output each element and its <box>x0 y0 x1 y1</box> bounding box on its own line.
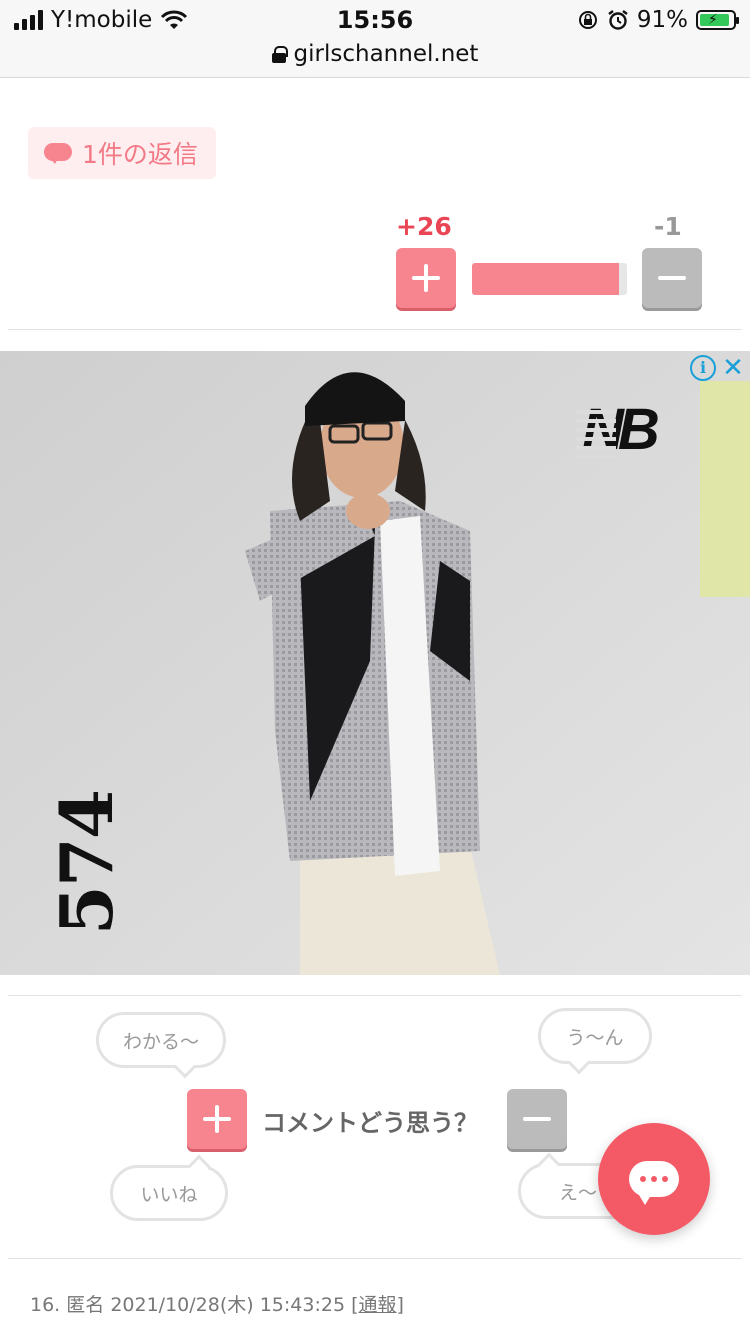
divider <box>8 995 742 996</box>
address-bar[interactable]: girlschannel.net <box>0 40 750 78</box>
shoe-model-number: 574 <box>44 791 129 936</box>
reaction-bubble-iine: いいね <box>110 1154 228 1221</box>
minus-vote-button[interactable] <box>642 248 702 308</box>
divider <box>8 329 742 330</box>
comment-chat-button[interactable] <box>598 1123 710 1235</box>
battery-icon: ⚡ <box>696 10 739 30</box>
plus-icon <box>203 1105 231 1133</box>
reaction-bubble-uun: う〜ん <box>538 1008 652 1075</box>
plus-vote-button[interactable] <box>396 248 456 308</box>
plus-icon <box>412 264 440 292</box>
ad-info-icon[interactable]: i <box>690 355 716 381</box>
reply-count-button[interactable]: 1件の返信 <box>28 127 216 179</box>
vote-ratio-bar <box>472 263 627 295</box>
status-bar: Y!mobile 15:56 91% ⚡ <box>0 0 750 40</box>
comment-number: 16. <box>30 1294 61 1316</box>
rate-plus-button[interactable] <box>187 1089 247 1149</box>
plus-vote-count: +26 <box>396 212 452 241</box>
chat-bubble-icon <box>629 1161 679 1205</box>
comment-header: 16. 匿名 2021/10/28(木) 15:43:25 [通報] <box>30 1294 404 1316</box>
report-link[interactable]: 通報 <box>359 1294 397 1316</box>
new-balance-logo: NB <box>576 396 660 463</box>
rate-minus-button[interactable] <box>507 1089 567 1149</box>
charging-bolt-icon: ⚡ <box>708 12 718 28</box>
url-text: girlschannel.net <box>293 41 479 67</box>
alarm-icon <box>608 10 628 30</box>
reaction-bubble-wakaru: わかる〜 <box>96 1012 226 1079</box>
minus-icon <box>523 1105 551 1133</box>
ad-close-icon[interactable]: ✕ <box>720 355 746 381</box>
comment-datetime: 2021/10/28(木) 15:43:25 <box>110 1294 346 1316</box>
rate-prompt: コメントどう思う？ <box>262 1109 478 1137</box>
minus-icon <box>658 264 686 292</box>
divider <box>8 1258 742 1259</box>
reply-count-label: 1件の返信 <box>82 140 198 169</box>
comment-author: 匿名 <box>66 1294 105 1316</box>
battery-percentage: 91% <box>636 7 688 33</box>
lock-icon <box>271 46 288 63</box>
wall-poster <box>700 381 750 597</box>
comment-bubble-icon <box>44 143 72 164</box>
minus-vote-count: -1 <box>654 212 682 241</box>
advertisement-banner[interactable]: NB 574 i ✕ <box>0 351 750 975</box>
orientation-lock-icon <box>578 11 597 29</box>
